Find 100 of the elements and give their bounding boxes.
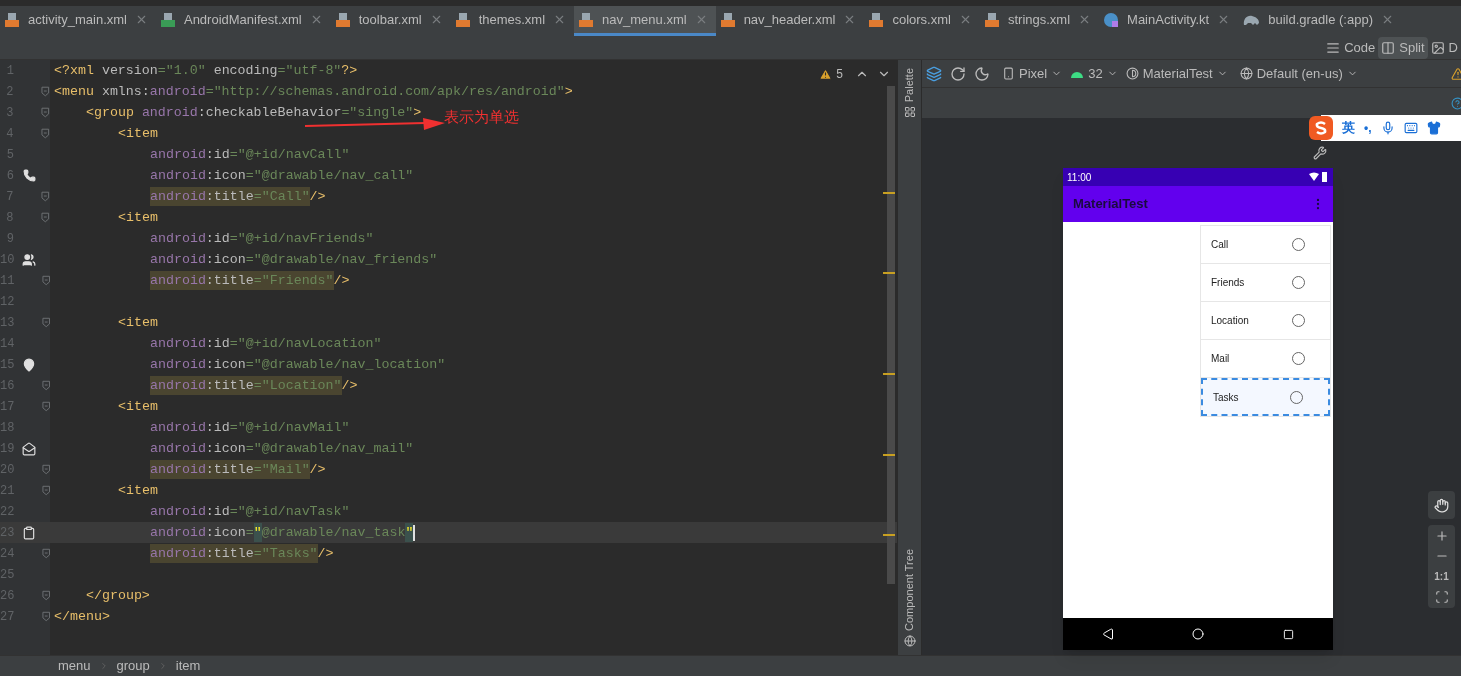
code-token: :title xyxy=(205,270,254,291)
file-tab[interactable]: nav_menu.xml xyxy=(574,6,716,36)
code-token: android xyxy=(150,355,206,374)
tab-label: nav_header.xml xyxy=(743,10,836,29)
code-token: :id xyxy=(205,229,230,248)
code-token: android xyxy=(141,103,198,122)
code-token: ="@+id/navLocation" xyxy=(229,334,382,353)
code-token: ="Mail" xyxy=(253,459,310,480)
code-token: </group> xyxy=(86,586,150,605)
code-token: version xyxy=(101,61,158,80)
code-token: <menu xyxy=(54,82,94,101)
component-tree-tab[interactable]: Component Tree xyxy=(901,549,918,631)
code-token: :icon xyxy=(205,250,246,269)
code-token: /> xyxy=(333,271,350,290)
file-tab[interactable]: strings.xml xyxy=(979,6,1100,36)
code-token: android xyxy=(150,523,206,542)
breadcrumb[interactable]: group xyxy=(116,656,150,676)
theme-dropdown[interactable]: MaterialTest xyxy=(1125,63,1228,84)
code-token: ="@+id/navTask" xyxy=(229,502,350,521)
tab-label: MainActivity.kt xyxy=(1127,10,1210,29)
code-token: android xyxy=(150,375,206,396)
code-token: android xyxy=(150,543,206,564)
palette-tab[interactable]: Palette xyxy=(901,68,918,103)
code-token: <item xyxy=(118,208,158,227)
file-tab[interactable]: themes.xml xyxy=(450,6,575,36)
code-token: ="utf-8" xyxy=(277,61,342,80)
code-token: android xyxy=(150,502,206,521)
code-token: ="1.0" xyxy=(157,61,206,80)
warning-count[interactable]: 5 xyxy=(836,65,843,83)
code-token: > xyxy=(564,82,573,101)
device-dropdown[interactable]: Pixel xyxy=(1002,63,1063,84)
tab-label: activity_main.xml xyxy=(28,10,127,29)
code-token: android xyxy=(150,145,206,164)
code-token: android xyxy=(150,459,206,480)
theme-label: MaterialTest xyxy=(1142,64,1213,83)
app-title: MaterialTest xyxy=(1073,195,1148,214)
file-tab[interactable]: activity_main.xml xyxy=(0,6,156,36)
code-token: ="Tasks" xyxy=(253,543,318,564)
code-token: :icon xyxy=(205,355,246,374)
code-token: ="@+id/navFriends" xyxy=(229,229,374,248)
code-token: " xyxy=(253,522,262,543)
view-mode-button[interactable]: Code xyxy=(1323,36,1379,59)
code-token: ="@drawable/nav_call" xyxy=(245,166,414,185)
file-tab[interactable]: MainActivity.kt xyxy=(1099,6,1239,36)
code-token: ="single" xyxy=(341,103,414,122)
actual-size-button[interactable]: 1:1 xyxy=(1434,569,1449,584)
tab-label: toolbar.xml xyxy=(358,10,422,29)
code-token: <?xml xyxy=(54,61,94,80)
code-token: > xyxy=(413,103,422,122)
code-token: <item xyxy=(118,397,158,416)
view-mode-button[interactable]: Split xyxy=(1378,36,1428,59)
code-token: ="Friends" xyxy=(253,270,334,291)
code-token: ="@drawable/nav_mail" xyxy=(245,439,414,458)
file-tab[interactable]: build.gradle (:app) xyxy=(1238,6,1402,36)
tab-label: strings.xml xyxy=(1007,10,1071,29)
code-token: ="Call" xyxy=(253,186,310,207)
code-token: :icon xyxy=(205,166,246,185)
code-token: :icon xyxy=(205,439,246,458)
file-tab[interactable]: toolbar.xml xyxy=(330,6,451,36)
api-level-label: 32 xyxy=(1088,64,1103,83)
code-token: </menu> xyxy=(54,607,110,626)
tab-label: build.gradle (:app) xyxy=(1268,10,1373,29)
menu-item[interactable]: Location xyxy=(1201,302,1330,340)
language-mode[interactable]: 英 xyxy=(1342,118,1355,138)
tab-label: nav_menu.xml xyxy=(602,10,687,29)
breadcrumb[interactable]: item xyxy=(175,656,201,676)
tab-label: themes.xml xyxy=(478,10,546,29)
status-time: 11:00 xyxy=(1067,170,1092,185)
code-token: ="Location" xyxy=(253,375,342,396)
code-token: :title xyxy=(205,459,254,480)
code-token: <group xyxy=(86,103,134,122)
device-label: Pixel xyxy=(1019,64,1048,83)
code-token: :id xyxy=(205,418,230,437)
code-token: :checkableBehavior xyxy=(197,103,342,122)
locale-label: Default (en-us) xyxy=(1256,64,1343,83)
menu-item[interactable]: Tasks xyxy=(1201,378,1330,416)
menu-item[interactable]: Call xyxy=(1201,226,1330,264)
code-token: android xyxy=(150,186,206,207)
view-mode-button[interactable]: D xyxy=(1427,36,1461,59)
code-token: <item xyxy=(118,124,158,143)
code-token: :icon xyxy=(205,523,246,542)
code-token: :id xyxy=(205,502,230,521)
code-token: ="http://schemas.android.com/apk/res/android" xyxy=(205,82,565,101)
punctuation-mode[interactable]: •, xyxy=(1364,119,1372,137)
code-token: ="@drawable/nav_friends" xyxy=(245,250,438,269)
code-token: " xyxy=(405,522,414,543)
breadcrumb[interactable]: menu xyxy=(58,656,91,676)
code-token: <item xyxy=(118,481,158,500)
code-token: /> xyxy=(341,376,358,395)
menu-item[interactable]: Friends xyxy=(1201,264,1330,302)
file-tab[interactable]: colors.xml xyxy=(864,6,980,36)
locale-dropdown[interactable]: Default (en-us) xyxy=(1239,63,1358,84)
file-tab[interactable]: nav_header.xml xyxy=(715,6,865,36)
code-token: /> xyxy=(317,544,334,563)
tab-label: AndroidManifest.xml xyxy=(183,10,302,29)
api-level-dropdown[interactable]: 32 xyxy=(1070,63,1118,84)
code-token: :id xyxy=(205,145,230,164)
code-token: android xyxy=(150,439,206,458)
code-token: ="@+id/navCall" xyxy=(229,145,350,164)
file-tab[interactable]: AndroidManifest.xml xyxy=(155,6,331,36)
